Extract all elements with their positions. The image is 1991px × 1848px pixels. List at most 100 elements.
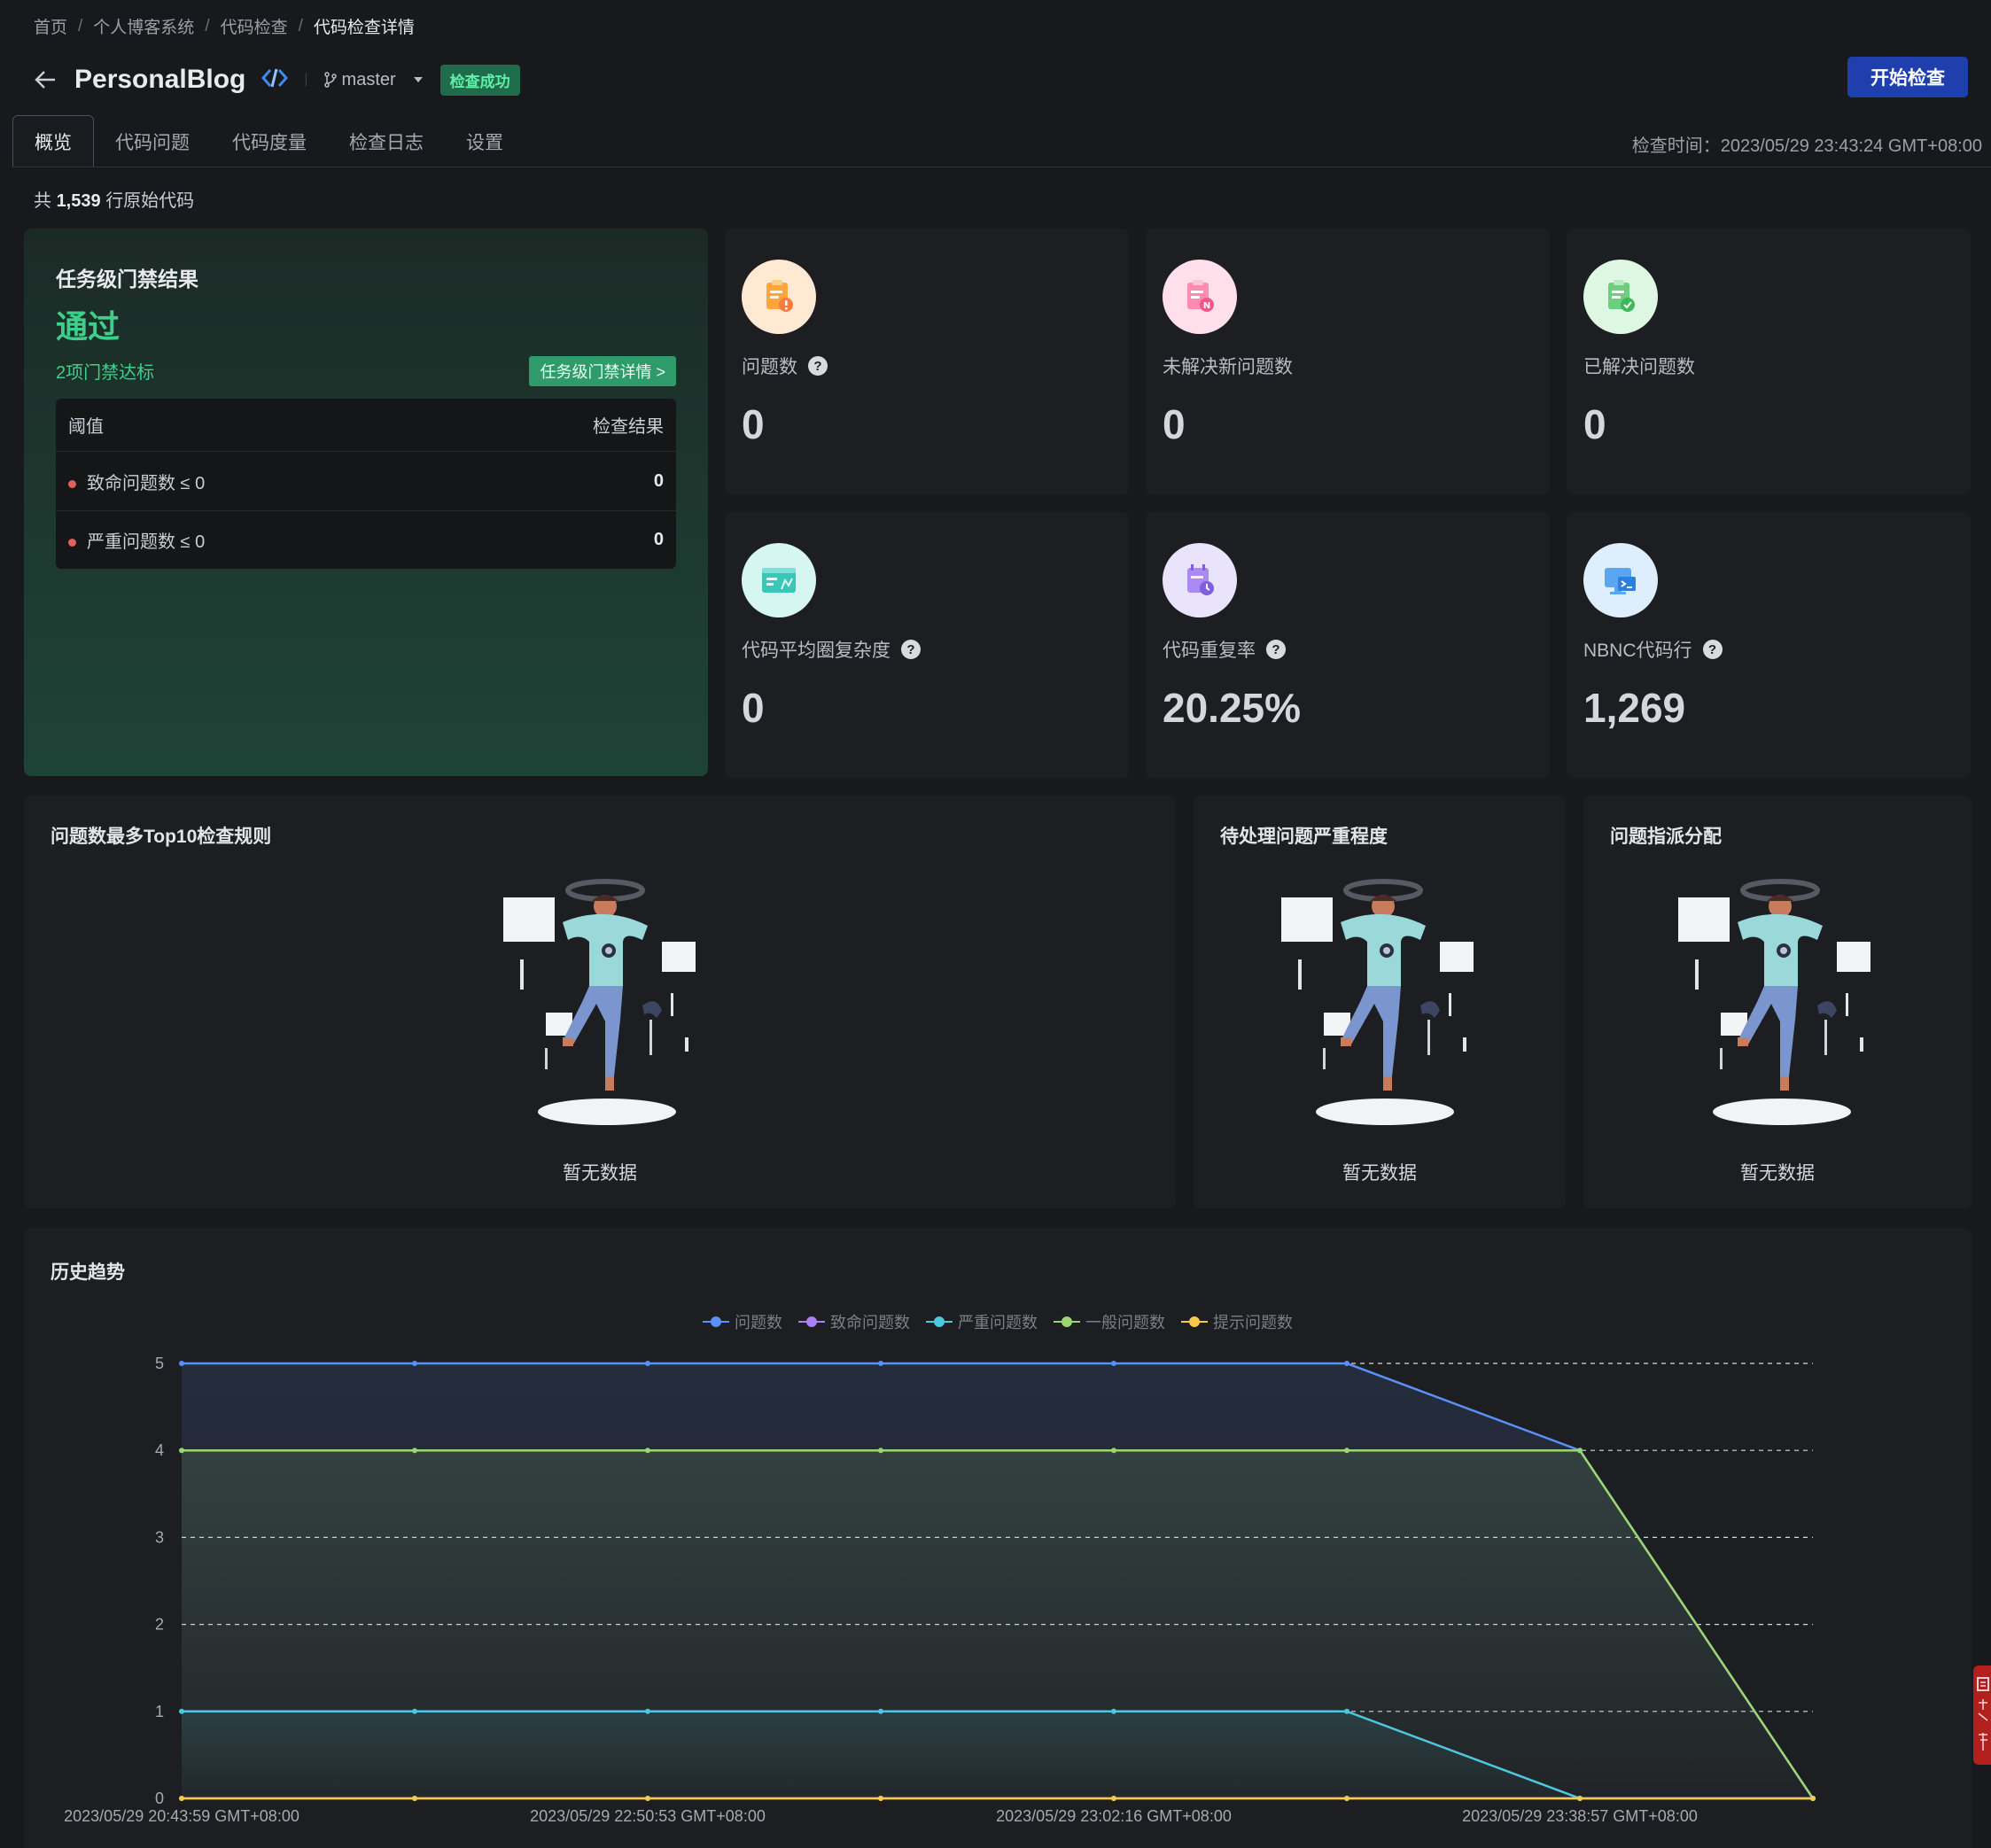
metric-label: 未解决新问题数 bbox=[1163, 357, 1293, 377]
resolved-clipboard-icon bbox=[1583, 260, 1658, 334]
breadcrumb-codecheck[interactable]: 代码检查 bbox=[221, 14, 288, 38]
metric-card-resolved: 已解决问题数 0 bbox=[1567, 229, 1971, 494]
panel-history-trend: 历史趋势 问题数 致命问题数 严重问题数 一般问题数 提示问题数 0 1 2 3 4 5 2023/… bbox=[24, 1228, 1972, 1848]
gate-rule-value: 0 bbox=[653, 470, 664, 491]
complexity-window-icon bbox=[742, 543, 816, 617]
help-icon[interactable]: ? bbox=[808, 356, 828, 376]
data-point bbox=[1111, 1796, 1116, 1801]
back-arrow-icon[interactable] bbox=[32, 66, 58, 93]
gate-table-header: 阈值 检查结果 bbox=[56, 399, 676, 452]
branch-icon bbox=[323, 72, 337, 88]
issue-clipboard-icon bbox=[742, 260, 816, 334]
check-time: 检查时间：2023/05/29 23:43:24 GMT+08:00 bbox=[1631, 136, 1982, 156]
branch-select[interactable]: master bbox=[323, 69, 424, 90]
metric-value: 20.25% bbox=[1163, 685, 1302, 731]
panel-title: 待处理问题严重程度 bbox=[1220, 827, 1388, 847]
data-point bbox=[1111, 1708, 1116, 1714]
data-point bbox=[878, 1361, 883, 1366]
panel-severity: 待处理问题严重程度 暂无数据 bbox=[1194, 796, 1566, 1208]
metric-card-issues: 问题数? 0 bbox=[725, 229, 1129, 494]
tab-overview[interactable]: 概览 bbox=[12, 115, 94, 167]
data-point bbox=[1111, 1448, 1116, 1454]
data-point bbox=[1810, 1796, 1816, 1801]
gate-detail-button[interactable]: 任务级门禁详情 > bbox=[529, 356, 676, 386]
tab-code-issues[interactable]: 代码问题 bbox=[94, 115, 211, 167]
header-divider: | bbox=[304, 72, 308, 87]
repo-link-icon[interactable] bbox=[261, 66, 289, 94]
loc-prefix: 共 bbox=[34, 191, 51, 211]
help-icon[interactable]: ? bbox=[1266, 640, 1286, 659]
y-tick-label: 3 bbox=[155, 1528, 164, 1546]
gate-result-card: 任务级门禁结果 通过 2项门禁达标 任务级门禁详情 > 阈值 检查结果 致命问题… bbox=[24, 229, 708, 776]
gate-rule-value: 0 bbox=[653, 530, 664, 549]
branch-name: master bbox=[341, 69, 396, 89]
data-point bbox=[1577, 1796, 1583, 1801]
help-icon[interactable]: ? bbox=[901, 640, 921, 659]
metric-label: 已解决问题数 bbox=[1583, 357, 1695, 377]
empty-text: 暂无数据 bbox=[1740, 1163, 1815, 1184]
metric-value: 0 bbox=[742, 685, 765, 731]
data-point bbox=[645, 1796, 650, 1801]
data-point bbox=[1344, 1448, 1349, 1454]
loc-suffix: 行原始代码 bbox=[105, 191, 195, 211]
empty-text: 暂无数据 bbox=[1342, 1163, 1417, 1184]
data-point bbox=[412, 1708, 417, 1714]
col-result: 检查结果 bbox=[593, 417, 664, 437]
gate-rule-label: 致命问题数 ≤ 0 bbox=[87, 473, 206, 493]
breadcrumb-separator: / bbox=[205, 16, 210, 35]
breadcrumb: 首页 / 个人博客系统 / 代码检查 / 代码检查详情 bbox=[34, 14, 415, 38]
data-point bbox=[179, 1708, 184, 1714]
panel-assignment: 问题指派分配 暂无数据 bbox=[1583, 796, 1972, 1208]
tab-check-log[interactable]: 检查日志 bbox=[328, 115, 445, 167]
gate-rule-label: 严重问题数 ≤ 0 bbox=[87, 532, 206, 552]
data-point bbox=[412, 1796, 417, 1801]
data-point bbox=[878, 1796, 883, 1801]
gate-result: 通过 bbox=[56, 308, 121, 345]
new-issue-clipboard-icon: N bbox=[1163, 260, 1237, 334]
data-point bbox=[1577, 1448, 1583, 1454]
breadcrumb-home[interactable]: 首页 bbox=[34, 14, 67, 38]
duplication-calendar-icon bbox=[1163, 543, 1237, 617]
lines-of-code-summary: 共 1,539 行原始代码 bbox=[34, 186, 194, 212]
y-tick-label: 1 bbox=[155, 1703, 164, 1720]
data-point bbox=[1344, 1708, 1349, 1714]
loc-value: 1,539 bbox=[56, 191, 101, 211]
y-tick-label: 4 bbox=[155, 1441, 164, 1459]
start-check-button[interactable]: 开始检查 bbox=[1847, 57, 1968, 97]
col-threshold: 阈值 bbox=[68, 417, 104, 437]
data-point bbox=[645, 1448, 650, 1454]
panel-title: 问题指派分配 bbox=[1610, 827, 1722, 847]
metric-value: 0 bbox=[1163, 401, 1186, 447]
metric-value: 0 bbox=[1583, 401, 1606, 447]
data-point bbox=[1344, 1361, 1349, 1366]
feedback-side-tab[interactable] bbox=[1973, 1666, 1991, 1765]
tab-bar: 概览 代码问题 代码度量 检查日志 设置 bbox=[12, 115, 525, 167]
breadcrumb-separator: / bbox=[298, 16, 303, 35]
empty-state-illustration bbox=[1281, 879, 1474, 1125]
metric-value: 1,269 bbox=[1583, 685, 1686, 731]
panel-title: 问题数最多Top10检查规则 bbox=[51, 827, 272, 847]
tab-settings[interactable]: 设置 bbox=[445, 115, 525, 167]
y-tick-label: 0 bbox=[155, 1790, 164, 1807]
data-point bbox=[1111, 1361, 1116, 1366]
gate-summary: 2项门禁达标 bbox=[56, 363, 155, 383]
metric-card-complexity: 代码平均圈复杂度? 0 bbox=[725, 512, 1129, 778]
code-terminal-icon bbox=[1583, 543, 1658, 617]
breadcrumb-separator: / bbox=[78, 16, 83, 35]
data-point bbox=[412, 1448, 417, 1454]
metric-label: 问题数? bbox=[742, 353, 828, 379]
status-dot-icon bbox=[68, 539, 76, 547]
empty-text: 暂无数据 bbox=[563, 1163, 637, 1184]
metric-label: 代码平均圈复杂度? bbox=[742, 636, 921, 663]
x-tick-label: 2023/05/29 22:50:53 GMT+08:00 bbox=[530, 1807, 766, 1825]
data-point bbox=[645, 1361, 650, 1366]
y-tick-label: 5 bbox=[155, 1355, 164, 1372]
trend-chart: 0 1 2 3 4 5 2023/05/29 20:43:59 GMT+08:00 2023/… bbox=[64, 1355, 1816, 1825]
breadcrumb-project[interactable]: 个人博客系统 bbox=[93, 14, 194, 38]
help-icon[interactable]: ? bbox=[1702, 640, 1723, 659]
status-badge: 检查成功 bbox=[439, 64, 520, 96]
page-header: PersonalBlog | master 检查成功 bbox=[32, 60, 520, 99]
tab-code-metrics[interactable]: 代码度量 bbox=[211, 115, 328, 167]
table-row: 严重问题数 ≤ 0 0 bbox=[56, 510, 676, 569]
x-tick-label: 2023/05/29 23:02:16 GMT+08:00 bbox=[996, 1807, 1232, 1825]
